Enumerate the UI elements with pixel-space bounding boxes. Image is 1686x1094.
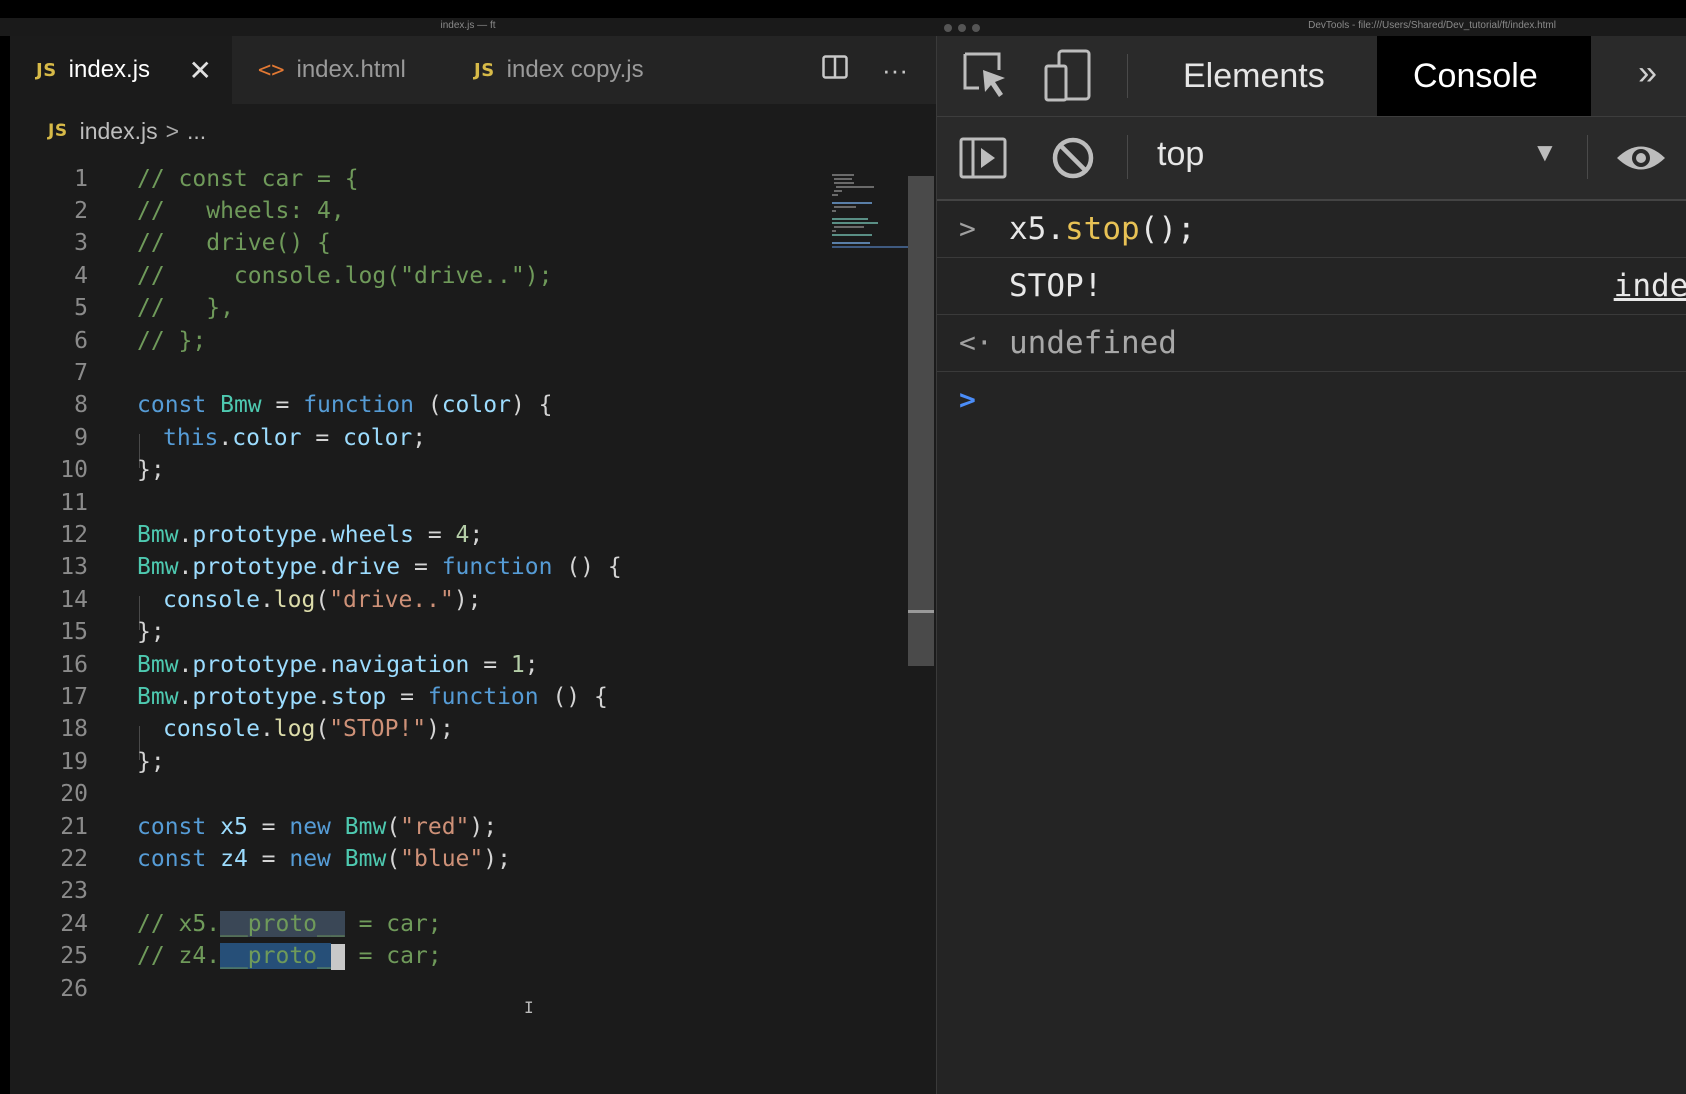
console-log-row: STOP! index xyxy=(937,258,1686,315)
minimap[interactable] xyxy=(832,174,912,254)
code-line: 4// console.log("drive.."); xyxy=(74,263,553,289)
console-input-row: > x5.stop(); xyxy=(937,201,1686,258)
code-line: 19}; xyxy=(60,749,165,775)
code-line: 15}; xyxy=(60,619,165,645)
code-line: 3// drive() { xyxy=(74,230,331,256)
js-file-icon: JS xyxy=(474,59,495,81)
scrollbar-position-marker xyxy=(908,610,934,613)
eye-icon[interactable] xyxy=(1613,131,1669,187)
devtools-titlebar: DevTools - file:///Users/Shared/Dev_tuto… xyxy=(936,18,1686,36)
code-editor: JS index.js ✕ <> index.html JS index cop… xyxy=(10,36,936,1094)
tab-index-js[interactable]: JS index.js ✕ xyxy=(10,36,232,104)
close-icon[interactable]: ✕ xyxy=(189,54,212,87)
code-line: 9 this.color = color; xyxy=(74,425,427,451)
tab-console[interactable]: Console xyxy=(1377,36,1591,116)
code-line: 16 Bmw.prototype.navigation = 1; xyxy=(60,652,539,678)
devtools-title: DevTools - file:///Users/Shared/Dev_tuto… xyxy=(1308,20,1556,31)
code-line: 25// z4.__proto__ = car; xyxy=(60,943,442,970)
code-line: 7 xyxy=(74,360,88,386)
console-prompt[interactable]: > xyxy=(937,372,1686,428)
tab-label: index.js xyxy=(68,56,151,83)
devtools-tab-bar: Elements Console » xyxy=(937,36,1686,117)
vertical-scrollbar[interactable] xyxy=(908,176,934,666)
inspect-element-icon[interactable] xyxy=(959,48,1015,104)
tab-label: index.html xyxy=(296,56,406,83)
more-tabs-icon[interactable]: » xyxy=(1638,54,1657,93)
context-selector[interactable]: top xyxy=(1157,135,1204,174)
device-toolbar-icon[interactable] xyxy=(1041,48,1097,104)
more-actions-icon[interactable]: ··· xyxy=(882,55,908,86)
tab-index-copy-js[interactable]: JS index copy.js xyxy=(448,36,688,104)
code-line: 6// }; xyxy=(74,328,207,354)
code-line: 12 Bmw.prototype.wheels = 4; xyxy=(60,522,484,548)
js-file-icon: JS xyxy=(36,59,57,81)
editor-title: index.js — ft xyxy=(0,18,936,36)
code-line: 26 xyxy=(60,976,88,1002)
prompt-chevron-icon: > xyxy=(959,383,976,416)
breadcrumb-file[interactable]: index.js xyxy=(80,118,158,145)
code-line: 14 console.log("drive.."); xyxy=(60,587,482,613)
breadcrumb-symbol[interactable]: ... xyxy=(187,118,206,145)
js-file-icon: JS xyxy=(48,121,68,141)
dropdown-arrow-icon[interactable]: ▼ xyxy=(1532,137,1558,168)
text-cursor xyxy=(330,943,345,970)
code-line: 21 const x5 = new Bmw("red"); xyxy=(60,814,498,840)
breadcrumb: JS index.js > ... xyxy=(48,106,206,156)
code-line: 18 console.log("STOP!"); xyxy=(60,716,454,742)
code-line: 2// wheels: 4, xyxy=(74,198,345,224)
top-bar xyxy=(0,0,1686,18)
code-line: 11 xyxy=(60,490,88,516)
html-file-icon: <> xyxy=(258,57,285,83)
code-line: 8 const Bmw = function (color) { xyxy=(74,392,553,418)
editor-tab-bar: JS index.js ✕ <> index.html JS index cop… xyxy=(10,36,936,104)
devtools-panel: Elements Console » top ▼ > x5.stop(); ST… xyxy=(936,36,1686,1094)
code-line: 10}; xyxy=(60,457,165,483)
console-toolbar: top ▼ xyxy=(937,117,1686,201)
tab-elements[interactable]: Elements xyxy=(1147,36,1361,116)
code-line: 1// const car = { xyxy=(74,166,359,192)
source-link[interactable]: index xyxy=(1614,258,1686,314)
code-line: 17 Bmw.prototype.stop = function () { xyxy=(60,684,608,710)
editor-actions: ··· xyxy=(822,36,908,104)
console-output: > x5.stop(); STOP! index <· undefined > xyxy=(937,201,1686,428)
code-line: 23 xyxy=(60,878,88,904)
tab-label: index copy.js xyxy=(506,56,644,83)
mouse-ibeam-cursor: I xyxy=(524,998,534,1017)
code-line: 20 xyxy=(60,781,88,807)
chevron-right-icon: > xyxy=(165,117,179,144)
chevron-right-icon: > xyxy=(959,212,976,245)
return-arrow-icon: <· xyxy=(959,326,993,359)
show-sidebar-icon[interactable] xyxy=(957,131,1013,187)
code-line: 13 Bmw.prototype.drive = function () { xyxy=(60,554,622,580)
clear-console-icon[interactable] xyxy=(1047,131,1103,187)
tab-index-html[interactable]: <> index.html xyxy=(232,36,448,104)
code-line: 24// x5.__proto__ = car; xyxy=(60,911,442,937)
code-line: 5// }, xyxy=(74,295,234,321)
console-result-row: <· undefined xyxy=(937,315,1686,372)
code-line: 22 const z4 = new Bmw("blue"); xyxy=(60,846,511,872)
split-editor-icon[interactable] xyxy=(822,54,848,86)
